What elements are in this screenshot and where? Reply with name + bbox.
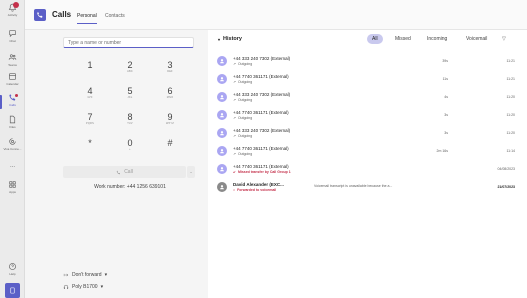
person-icon	[220, 59, 224, 64]
chevron-down-icon: ▾	[104, 272, 108, 278]
dialpad-key-0[interactable]: 0 +	[113, 138, 147, 158]
avatar	[217, 74, 227, 84]
filter-voicemail[interactable]: Voicemail	[461, 34, 492, 44]
dialpad-key-1[interactable]: 1	[73, 60, 107, 80]
avatar	[217, 182, 227, 192]
filter-icon[interactable]: ▽	[502, 36, 506, 42]
dialpad-key-hash[interactable]: #	[153, 138, 187, 158]
person-icon	[220, 131, 224, 136]
forward-setting[interactable]: Don't forward ▾	[63, 272, 107, 278]
person-icon	[220, 95, 224, 100]
avatar	[217, 164, 227, 174]
calls-dot	[15, 94, 18, 97]
dialpad-key-2[interactable]: 2 ABC	[113, 60, 147, 80]
dialpad-key-5[interactable]: 5 JKL	[113, 86, 147, 106]
voicemail-transcript: Voicemail transcript is unavailable beca…	[314, 184, 393, 188]
history-row[interactable]: +44 7740 361171 (External) ↙ Missed trans…	[208, 163, 527, 176]
history-row[interactable]: David Alexander (EXC... ⌂ Forwarded to vo…	[208, 181, 527, 194]
history-row[interactable]: +44 333 240 7302 (External) ↗ Outgoing 4s…	[208, 91, 527, 104]
filter-incoming[interactable]: Incoming	[422, 34, 452, 44]
rail-activity[interactable]: Activity	[0, 2, 25, 27]
call-button[interactable]: Call	[63, 166, 186, 178]
viva-icon	[9, 138, 16, 145]
tab-contacts[interactable]: Contacts	[105, 13, 125, 19]
calendar-icon	[9, 73, 16, 80]
history-header[interactable]: ▾ History	[218, 36, 242, 42]
headset-icon	[63, 284, 69, 289]
page-title: Calls	[52, 10, 72, 19]
outgoing-call-icon: ↗	[233, 62, 236, 66]
filter-missed[interactable]: Missed	[390, 34, 416, 44]
phone-icon	[37, 12, 43, 18]
avatar	[217, 128, 227, 138]
call-options-chevron-icon[interactable]: ⌄	[187, 166, 195, 178]
outgoing-call-icon: ↗	[233, 152, 236, 156]
person-icon	[220, 185, 224, 190]
notification-badge	[13, 2, 19, 8]
apps-icon	[9, 181, 16, 188]
rail-apps[interactable]: Apps	[0, 180, 25, 204]
outgoing-call-icon: ↗	[233, 116, 236, 120]
outgoing-call-icon: ↗	[233, 98, 236, 102]
history-row[interactable]: +44 7740 361171 (External) ↗ Outgoing 2m …	[208, 145, 527, 158]
rail-chat[interactable]: Chat	[0, 29, 25, 53]
history-row[interactable]: +44 7740 361171 (External) ↗ Outgoing 11s…	[208, 73, 527, 86]
person-icon	[220, 113, 224, 118]
history-row[interactable]: +44 333 240 7302 (External) ↗ Outgoing 39…	[208, 55, 527, 68]
dial-input[interactable]: Type a name or number	[63, 37, 194, 48]
history-panel: ▾ History All Missed Incoming Voicemail …	[208, 30, 527, 298]
rail-viva[interactable]: Viva Conne...	[0, 137, 25, 161]
person-icon	[220, 149, 224, 154]
work-number: Work number: +44 1256 639101	[94, 184, 166, 190]
tab-personal[interactable]: Personal	[77, 13, 97, 24]
app-rail: Activity Chat Teams Calendar Calls Files…	[0, 0, 25, 298]
rail-files[interactable]: Files	[0, 115, 25, 139]
forward-icon	[63, 273, 69, 277]
missed-call-icon: ↙	[233, 170, 236, 174]
outgoing-call-icon: ↗	[233, 80, 236, 84]
avatar	[217, 56, 227, 66]
person-icon	[220, 167, 224, 172]
avatar	[217, 110, 227, 120]
calls-header	[25, 0, 527, 30]
dialpad-panel: Type a name or number 1 2 ABC 3 DEF 4 GHI 5…	[60, 32, 200, 298]
device-icon	[10, 287, 15, 294]
dialpad-key-7[interactable]: 7 PQRS	[73, 112, 107, 132]
more-icon: ...	[9, 163, 15, 169]
dialpad-key-9[interactable]: 9 WXYZ	[153, 112, 187, 132]
help-icon	[9, 263, 16, 270]
file-icon	[9, 115, 16, 124]
voicemail-icon: ⌂	[233, 188, 236, 192]
dialpad-key-star[interactable]: *	[73, 138, 107, 158]
dialpad-key-3[interactable]: 3 DEF	[153, 60, 187, 80]
dialpad-key-6[interactable]: 6 MNO	[153, 86, 187, 106]
teams-icon	[8, 54, 17, 60]
outgoing-call-icon: ↗	[233, 134, 236, 138]
rail-profile-button[interactable]	[5, 283, 20, 298]
chevron-down-icon: ▾	[100, 284, 104, 290]
rail-calls[interactable]: Calls	[0, 93, 25, 117]
calls-app-icon	[34, 9, 46, 21]
dialpad-key-8[interactable]: 8 TUV	[113, 112, 147, 132]
device-setting[interactable]: Poly B1700 ▾	[63, 284, 103, 290]
avatar	[217, 146, 227, 156]
history-row[interactable]: +44 7740 361171 (External) ↗ Outgoing 3s …	[208, 109, 527, 122]
avatar	[217, 92, 227, 102]
person-icon	[220, 77, 224, 82]
phone-icon	[116, 170, 121, 174]
history-row[interactable]: +44 333 240 7302 (External) ↗ Outgoing 3s…	[208, 127, 527, 140]
chevron-down-icon: ▾	[218, 36, 221, 42]
filter-all[interactable]: All	[367, 34, 383, 44]
chat-icon	[9, 30, 16, 38]
dialpad-key-4[interactable]: 4 GHI	[73, 86, 107, 106]
